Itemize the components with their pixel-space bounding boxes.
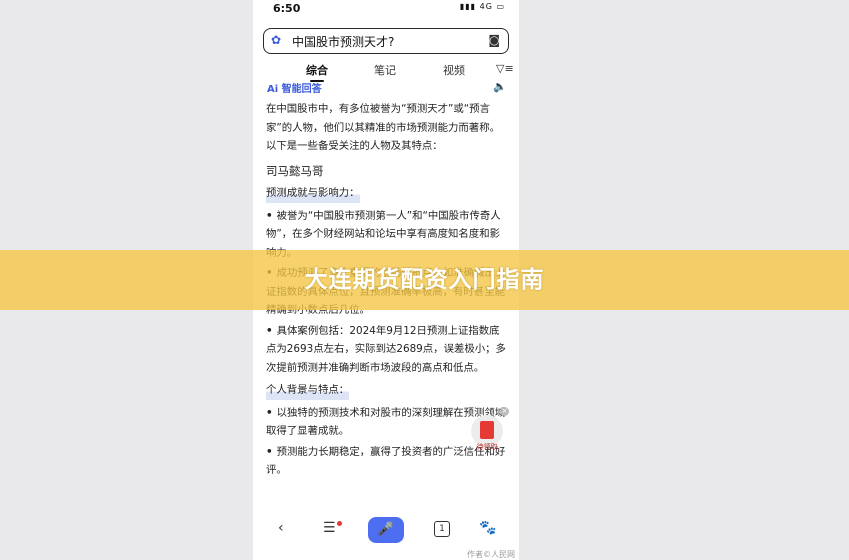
- ai-answer-label: Ai 智能回答: [267, 84, 322, 95]
- banner-title: 大连期货配资入门指南: [304, 267, 545, 293]
- tab-notes[interactable]: 笔记: [374, 62, 396, 78]
- bottom-nav: ‹ ☰ 🎤 1 🐾: [253, 512, 519, 550]
- status-bar: 6:50 ▮▮▮ 4G ▭: [253, 0, 519, 18]
- filter-icon[interactable]: ▽≡: [496, 62, 514, 75]
- signal-battery-icons: ▮▮▮ 4G ▭: [459, 2, 505, 11]
- clock: 6:50: [273, 2, 301, 15]
- section-title-background: 个人背景与特点：: [266, 381, 350, 400]
- home-paw-icon[interactable]: 🐾: [479, 520, 496, 536]
- close-icon[interactable]: ×: [500, 407, 509, 416]
- search-input[interactable]: ✿ 中国股市预测天才? ◙: [263, 28, 509, 54]
- speaker-icon[interactable]: 🔈: [493, 80, 507, 93]
- overlay-banner: 大连期货配资入门指南: [0, 250, 849, 310]
- list-item: • 以独特的预测技术和对股市的深刻理解在预测领域取得了显著成就。: [266, 406, 506, 438]
- list-item: • 具体案例包括：2024年9月12日预测上证指数底点为2693点左右，实际到达2…: [266, 324, 506, 374]
- watermark: 作者©人民网: [467, 550, 515, 559]
- red-packet-label: 待领取: [476, 443, 498, 451]
- search-query[interactable]: 中国股市预测天才?: [292, 33, 394, 50]
- notification-dot: [337, 521, 342, 526]
- paw-icon: ✿: [271, 33, 282, 47]
- intro-paragraph: 在中国股市中，有多位被誉为“预测天才”或“预言家”的人物，他们以其精准的市场预测…: [266, 103, 500, 152]
- result-tabs: 综合 笔记 视频 ▽≡: [253, 60, 519, 82]
- camera-icon[interactable]: ◙: [488, 33, 500, 47]
- tabs-count-icon[interactable]: 1: [434, 521, 450, 537]
- back-icon[interactable]: ‹: [278, 520, 284, 536]
- person-name: 司马懿马哥: [266, 163, 324, 178]
- section-title-achievements: 预测成就与影响力：: [266, 184, 360, 203]
- red-envelope-icon: [480, 421, 494, 439]
- tab-video[interactable]: 视频: [443, 62, 465, 78]
- voice-search-button[interactable]: 🎤: [368, 517, 404, 543]
- menu-icon[interactable]: ☰: [323, 520, 336, 536]
- tab-comprehensive[interactable]: 综合: [306, 62, 328, 82]
